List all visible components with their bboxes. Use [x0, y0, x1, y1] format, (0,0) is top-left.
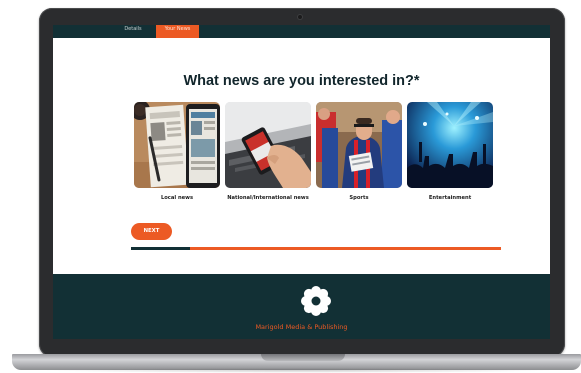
newspapers-photo: [134, 102, 220, 188]
laptop-shadow: [40, 368, 555, 373]
laptop-base-notch: [261, 354, 345, 361]
option-label-national-international-news: National/International news: [227, 195, 309, 201]
nav-step-details[interactable]: Details: [117, 25, 149, 38]
option-label-entertainment: Entertainment: [428, 195, 472, 201]
nav-step-your-news[interactable]: Your News: [156, 25, 199, 38]
footer: Marigold Media & Publishing: [53, 274, 550, 339]
option-card-sports[interactable]: [316, 102, 402, 188]
concert-crowd-photo: [407, 102, 493, 188]
marigold-flower-icon: [301, 286, 331, 316]
option-label-sports: Sports: [349, 195, 369, 201]
option-label-local-news: Local news: [160, 195, 194, 201]
step-nav: Details Your News: [53, 25, 550, 38]
option-card-local-news[interactable]: [134, 102, 220, 188]
progress-bar-fill: [131, 247, 191, 250]
next-button[interactable]: NEXT: [131, 223, 172, 240]
progress-bar: [131, 247, 501, 250]
phone-news-photo: [225, 102, 311, 188]
question-heading: What news are you interested in?*: [183, 73, 420, 89]
footer-brand-name: Marigold Media & Publishing: [255, 323, 348, 331]
sports-coach-photo: [316, 102, 402, 188]
laptop-screen: Details Your News What news are you inte…: [53, 25, 550, 339]
option-card-entertainment[interactable]: [407, 102, 493, 188]
webcam: [298, 15, 302, 19]
option-card-national-international-news[interactable]: [225, 102, 311, 188]
